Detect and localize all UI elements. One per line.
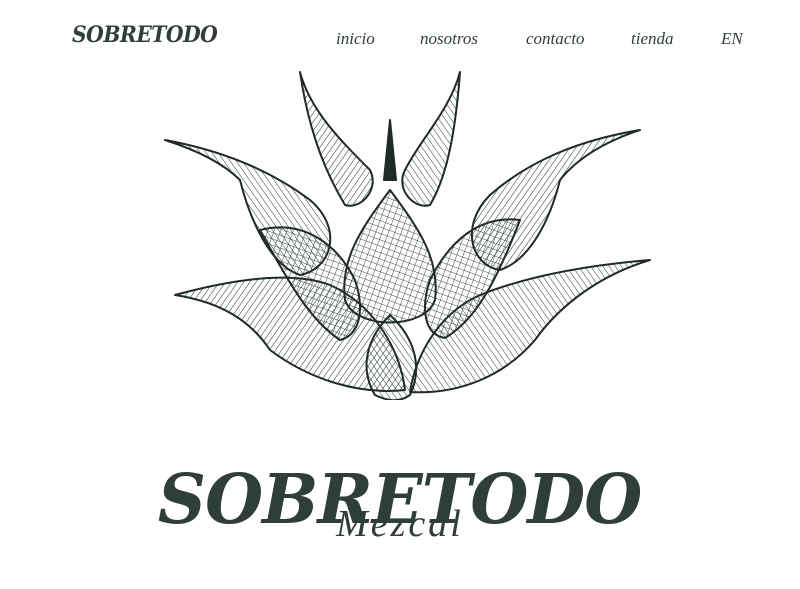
agave-icon <box>160 70 660 402</box>
nav-item-contacto[interactable]: contacto <box>526 29 585 49</box>
language-switch-en[interactable]: EN <box>721 29 743 49</box>
nav-item-nosotros[interactable]: nosotros <box>420 29 478 49</box>
main-nav: inicio nosotros contacto tienda EN <box>0 29 800 49</box>
nav-item-tienda[interactable]: tienda <box>631 29 674 49</box>
hero-subtitle: Mezcal <box>336 503 464 545</box>
nav-item-inicio[interactable]: inicio <box>336 29 375 49</box>
hero-section: SOBRETODO Mezcal <box>0 70 800 589</box>
site-header: SOBRETODO inicio nosotros contacto tiend… <box>0 0 800 76</box>
